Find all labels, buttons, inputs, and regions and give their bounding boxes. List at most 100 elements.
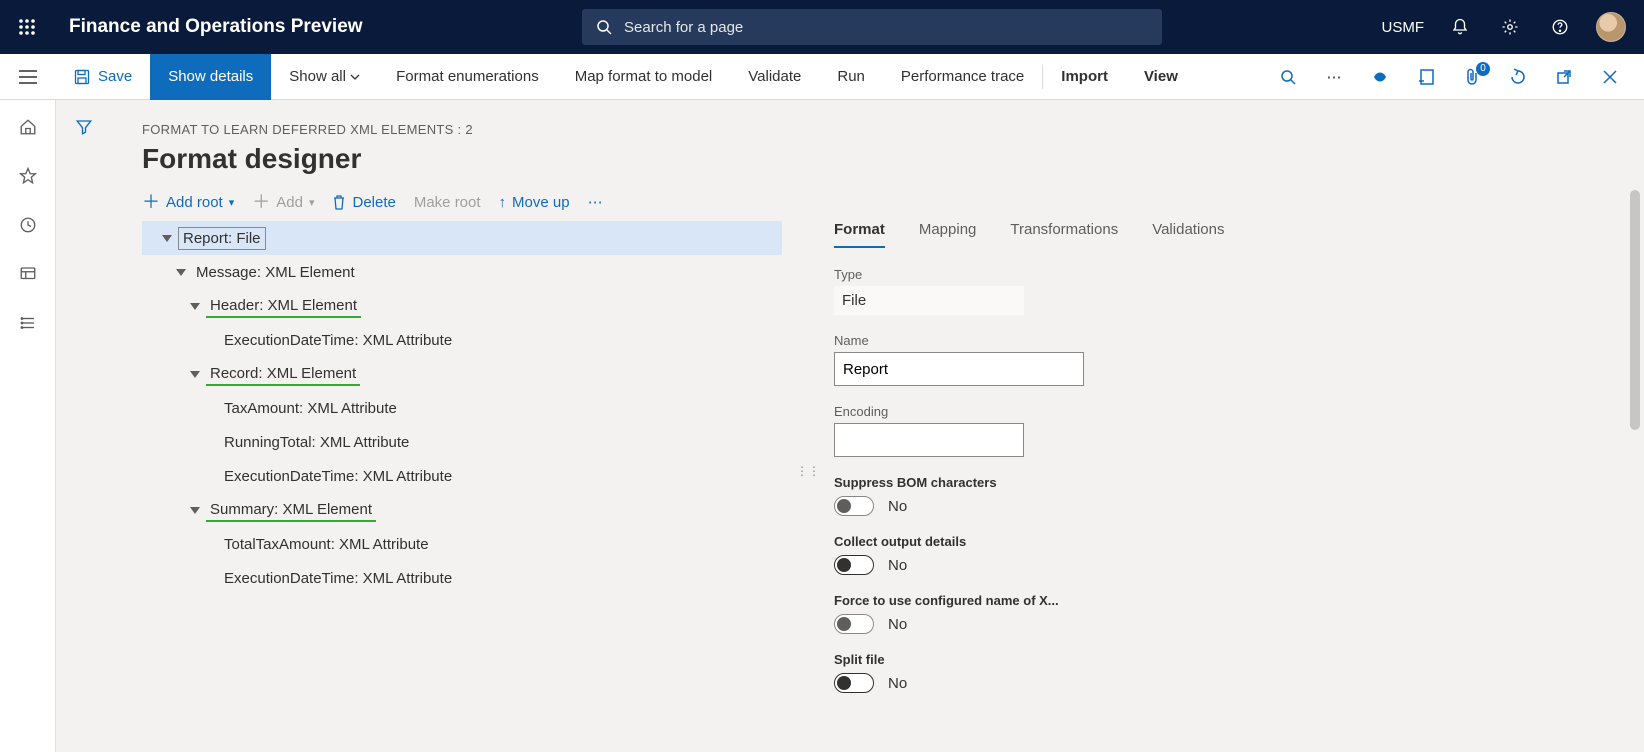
tree-row[interactable]: TaxAmount: XML Attribute [142,391,782,425]
company-code[interactable]: USMF [1381,19,1424,36]
attach-badge: 0 [1476,62,1490,76]
tab-validations[interactable]: Validations [1152,221,1224,248]
tree-label: Summary: XML Element [206,499,376,522]
dataverse-icon[interactable] [1366,68,1394,86]
tree-label: TaxAmount: XML Attribute [220,398,401,419]
format-enumerations-button[interactable]: Format enumerations [378,54,557,100]
waffle-icon [18,18,36,36]
add-button[interactable]: ＋Add▾ [252,193,314,211]
gear-icon[interactable] [1496,13,1524,41]
collect-output-label: Collect output details [834,534,1614,549]
workspaces-icon[interactable] [19,265,37,288]
type-label: Type [834,267,1614,282]
splitter-handle[interactable]: ⋮⋮ [804,221,812,721]
search-placeholder: Search for a page [624,19,743,36]
tab-transformations[interactable]: Transformations [1010,221,1118,248]
popout-icon[interactable] [1550,69,1578,85]
tree-label: Message: XML Element [192,262,359,283]
suppress-bom-value: No [888,498,907,515]
modules-icon[interactable] [19,314,37,337]
toolbar-search-icon[interactable] [1274,69,1302,85]
trash-icon [332,194,346,210]
tree-label: Header: XML Element [206,295,361,318]
breadcrumb: FORMAT TO LEARN DEFERRED XML ELEMENTS : … [142,122,1644,137]
tree-row[interactable]: Record: XML Element [142,357,782,391]
run-button[interactable]: Run [819,54,883,100]
tree-row[interactable]: TotalTaxAmount: XML Attribute [142,527,782,561]
delete-button[interactable]: Delete [332,194,395,211]
name-label: Name [834,333,1614,348]
avatar[interactable] [1596,12,1626,42]
hamburger-icon [19,70,37,84]
tree-row[interactable]: ExecutionDateTime: XML Attribute [142,323,782,357]
tree-row[interactable]: Summary: XML Element [142,493,782,527]
tree-label: Record: XML Element [206,363,360,386]
force-name-value: No [888,616,907,633]
tab-mapping[interactable]: Mapping [919,221,977,248]
performance-trace-button[interactable]: Performance trace [883,54,1042,100]
tree-label: ExecutionDateTime: XML Attribute [220,568,456,589]
import-button[interactable]: Import [1043,54,1126,100]
tree-row[interactable]: ExecutionDateTime: XML Attribute [142,459,782,493]
force-name-toggle[interactable] [834,614,874,634]
add-root-button[interactable]: ＋Add root▾ [142,193,234,211]
app-title: Finance and Operations Preview [69,16,363,38]
collect-output-toggle[interactable] [834,555,874,575]
suppress-bom-label: Suppress BOM characters [834,475,1614,490]
search-input[interactable]: Search for a page [582,9,1162,45]
hamburger-button[interactable] [0,54,56,100]
tree-row[interactable]: RunningTotal: XML Attribute [142,425,782,459]
page-title: Format designer [142,143,1644,175]
tree-twist[interactable] [184,371,206,378]
office-icon[interactable] [1412,68,1440,86]
tree-row[interactable]: Header: XML Element [142,289,782,323]
name-input[interactable] [834,352,1084,386]
search-icon [596,19,612,35]
tree-twist[interactable] [156,235,178,242]
tree-twist[interactable] [170,269,192,276]
more-icon[interactable]: ⋯ [1320,68,1348,86]
tree-label: TotalTaxAmount: XML Attribute [220,534,433,555]
suppress-bom-toggle[interactable] [834,496,874,516]
chevron-down-icon [350,74,360,80]
make-root-button[interactable]: Make root [414,194,481,211]
show-details-button[interactable]: Show details [150,54,271,100]
view-button[interactable]: View [1126,54,1196,100]
tree-more-icon[interactable]: ⋯ [588,193,603,211]
map-format-button[interactable]: Map format to model [557,54,731,100]
tree-label: RunningTotal: XML Attribute [220,432,413,453]
tree-twist[interactable] [184,507,206,514]
save-icon [74,69,90,85]
move-up-button[interactable]: ↑Move up [499,194,570,211]
bell-icon[interactable] [1446,13,1474,41]
tree-label: ExecutionDateTime: XML Attribute [220,330,456,351]
collect-output-value: No [888,557,907,574]
tab-format[interactable]: Format [834,221,885,248]
split-file-label: Split file [834,652,1614,667]
encoding-label: Encoding [834,404,1614,419]
type-value: File [834,286,1024,315]
tree-twist[interactable] [184,303,206,310]
encoding-input[interactable] [834,423,1024,457]
attach-icon[interactable]: 0 [1458,68,1486,86]
filter-icon[interactable] [75,118,93,752]
tree-row[interactable]: Report: File [142,221,782,255]
tree-label: Report: File [178,227,266,250]
save-button[interactable]: Save [56,54,150,100]
tree-row[interactable]: Message: XML Element [142,255,782,289]
recent-icon[interactable] [19,216,37,239]
close-icon[interactable] [1596,70,1624,84]
tree-label: ExecutionDateTime: XML Attribute [220,466,456,487]
refresh-icon[interactable] [1504,68,1532,86]
home-icon[interactable] [19,118,37,141]
validate-button[interactable]: Validate [730,54,819,100]
split-file-toggle[interactable] [834,673,874,693]
waffle-button[interactable] [0,18,54,36]
show-all-button[interactable]: Show all [271,54,378,100]
split-file-value: No [888,675,907,692]
scrollbar[interactable] [1630,190,1640,430]
help-icon[interactable] [1546,13,1574,41]
force-name-label: Force to use configured name of X... [834,593,1614,608]
star-icon[interactable] [19,167,37,190]
tree-row[interactable]: ExecutionDateTime: XML Attribute [142,561,782,595]
